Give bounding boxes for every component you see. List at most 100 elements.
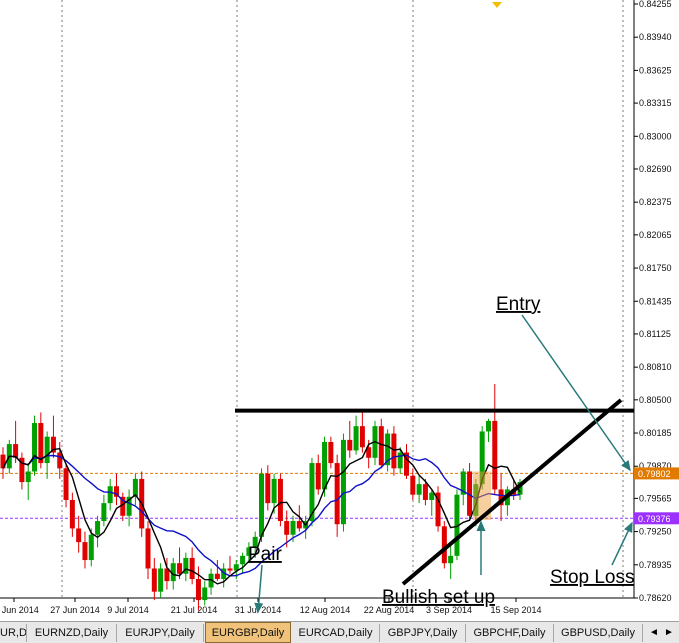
lower-price-label-text: 0.79376 <box>638 514 671 524</box>
tab-gbpusd-daily[interactable]: GBPUSD,Daily <box>554 624 643 642</box>
y-tick-label: 0.82065 <box>639 230 672 240</box>
candle-body <box>441 526 447 564</box>
candle-body <box>95 521 101 535</box>
candle <box>240 552 246 574</box>
y-tick-label: 0.80500 <box>639 395 672 405</box>
candle-body <box>69 499 75 529</box>
candle-body <box>13 444 19 458</box>
x-tick-label: 27 Jun 2014 <box>50 605 100 615</box>
candle <box>145 521 151 580</box>
candle-body <box>76 528 82 543</box>
candle-body <box>271 478 277 504</box>
y-tick-label: 0.81435 <box>639 296 672 306</box>
candle <box>347 420 353 458</box>
candle-body <box>492 420 498 490</box>
candle <box>113 473 119 506</box>
bullish-setup-label: Bullish set up <box>382 587 495 608</box>
scroll-left-icon[interactable]: ◄ <box>648 625 660 641</box>
candle-body <box>44 436 50 464</box>
tab-ur-daily[interactable]: UR,Daily <box>0 624 27 642</box>
candle-body <box>347 439 353 451</box>
candle-body <box>296 521 302 529</box>
chart-window: 0.84255 0.83940 0.83625 0.83315 0.83000 0.826… <box>0 0 679 643</box>
tab-gbpchf-daily[interactable]: GBPCHF,Daily <box>466 624 554 642</box>
tab-eurjpy-daily[interactable]: EURJPY,Daily <box>117 624 204 642</box>
y-tick-label: 0.81125 <box>639 329 671 339</box>
candle-body <box>32 423 38 472</box>
candle-body <box>177 563 183 574</box>
y-tick-label: 0.84255 <box>639 0 672 9</box>
tab-eurgbp-daily[interactable]: EURGBP,Daily <box>205 622 291 643</box>
candle <box>0 447 6 479</box>
candle <box>76 515 82 553</box>
entry-label: Entry <box>496 294 541 315</box>
candle <box>334 454 340 537</box>
candle-body <box>309 463 315 522</box>
candle-body <box>189 557 195 580</box>
y-tick-label: 0.83940 <box>639 32 672 42</box>
y-tick-label: 0.83000 <box>639 131 672 141</box>
candle <box>359 410 365 453</box>
candle-body <box>158 568 164 592</box>
candle-body <box>328 441 334 464</box>
y-tick-label: 0.82690 <box>639 164 672 174</box>
price-chart[interactable]: 0.84255 0.83940 0.83625 0.83315 0.83000 0.826… <box>0 0 679 621</box>
candle <box>467 463 473 522</box>
y-tick-label: 0.78935 <box>639 560 672 570</box>
candle-body <box>290 521 296 535</box>
candle-body <box>151 568 157 592</box>
lower-price-label: 0.79376 <box>634 512 679 525</box>
candle <box>25 463 31 500</box>
tab-eurcad-daily[interactable]: EURCAD,Daily <box>292 624 380 642</box>
candle <box>82 531 88 569</box>
candle-body <box>101 503 107 522</box>
candle <box>441 521 447 569</box>
x-tick-label: 21 Jul 2014 <box>171 605 218 615</box>
candle <box>504 486 510 516</box>
y-tick-label: 0.81750 <box>639 263 672 273</box>
candle-body <box>322 441 328 490</box>
candle <box>32 415 38 476</box>
candle <box>416 475 422 504</box>
tab-gbpjpy-daily[interactable]: GBPJPY,Daily <box>380 624 466 642</box>
y-tick-label: 0.82375 <box>639 197 672 207</box>
candle <box>353 415 359 455</box>
candle <box>492 384 498 495</box>
x-tick-label: 15 Sep 2014 <box>490 605 541 615</box>
shift-marker-icon <box>492 2 502 8</box>
upper-price-label: 0.79802 <box>634 467 679 480</box>
candle-body <box>315 463 321 490</box>
tab-eurnzd-daily[interactable]: EURNZD,Daily <box>27 624 117 642</box>
candle <box>95 515 101 548</box>
candle-body <box>416 484 422 495</box>
y-tick-label: 0.79565 <box>639 493 672 503</box>
candle-body <box>107 486 113 504</box>
candle <box>435 486 441 532</box>
candle-body <box>448 555 454 564</box>
candle <box>189 547 195 585</box>
candle-body <box>422 484 428 500</box>
candle <box>340 433 346 532</box>
candle-body <box>397 452 403 469</box>
candle-body <box>284 521 290 535</box>
ascending-trend-line <box>401 398 623 586</box>
candle <box>126 489 132 527</box>
candle-body <box>353 426 359 451</box>
candle-body <box>259 473 264 537</box>
candle <box>460 468 466 506</box>
y-tick-label: 0.80185 <box>639 428 672 438</box>
candle-body <box>195 579 201 601</box>
y-tick-label: 0.79250 <box>639 527 672 537</box>
y-tick-label: 0.78620 <box>639 593 672 603</box>
y-tick-label: 0.83625 <box>639 65 672 75</box>
candle <box>277 473 283 527</box>
candle <box>214 560 220 582</box>
scroll-right-icon[interactable]: ► <box>663 625 675 641</box>
candle <box>202 581 208 606</box>
candle <box>391 426 397 476</box>
candle-body <box>334 463 340 525</box>
candle-body <box>145 528 151 569</box>
entry-arrow <box>521 314 631 472</box>
candle <box>315 454 321 495</box>
candle <box>69 492 75 537</box>
